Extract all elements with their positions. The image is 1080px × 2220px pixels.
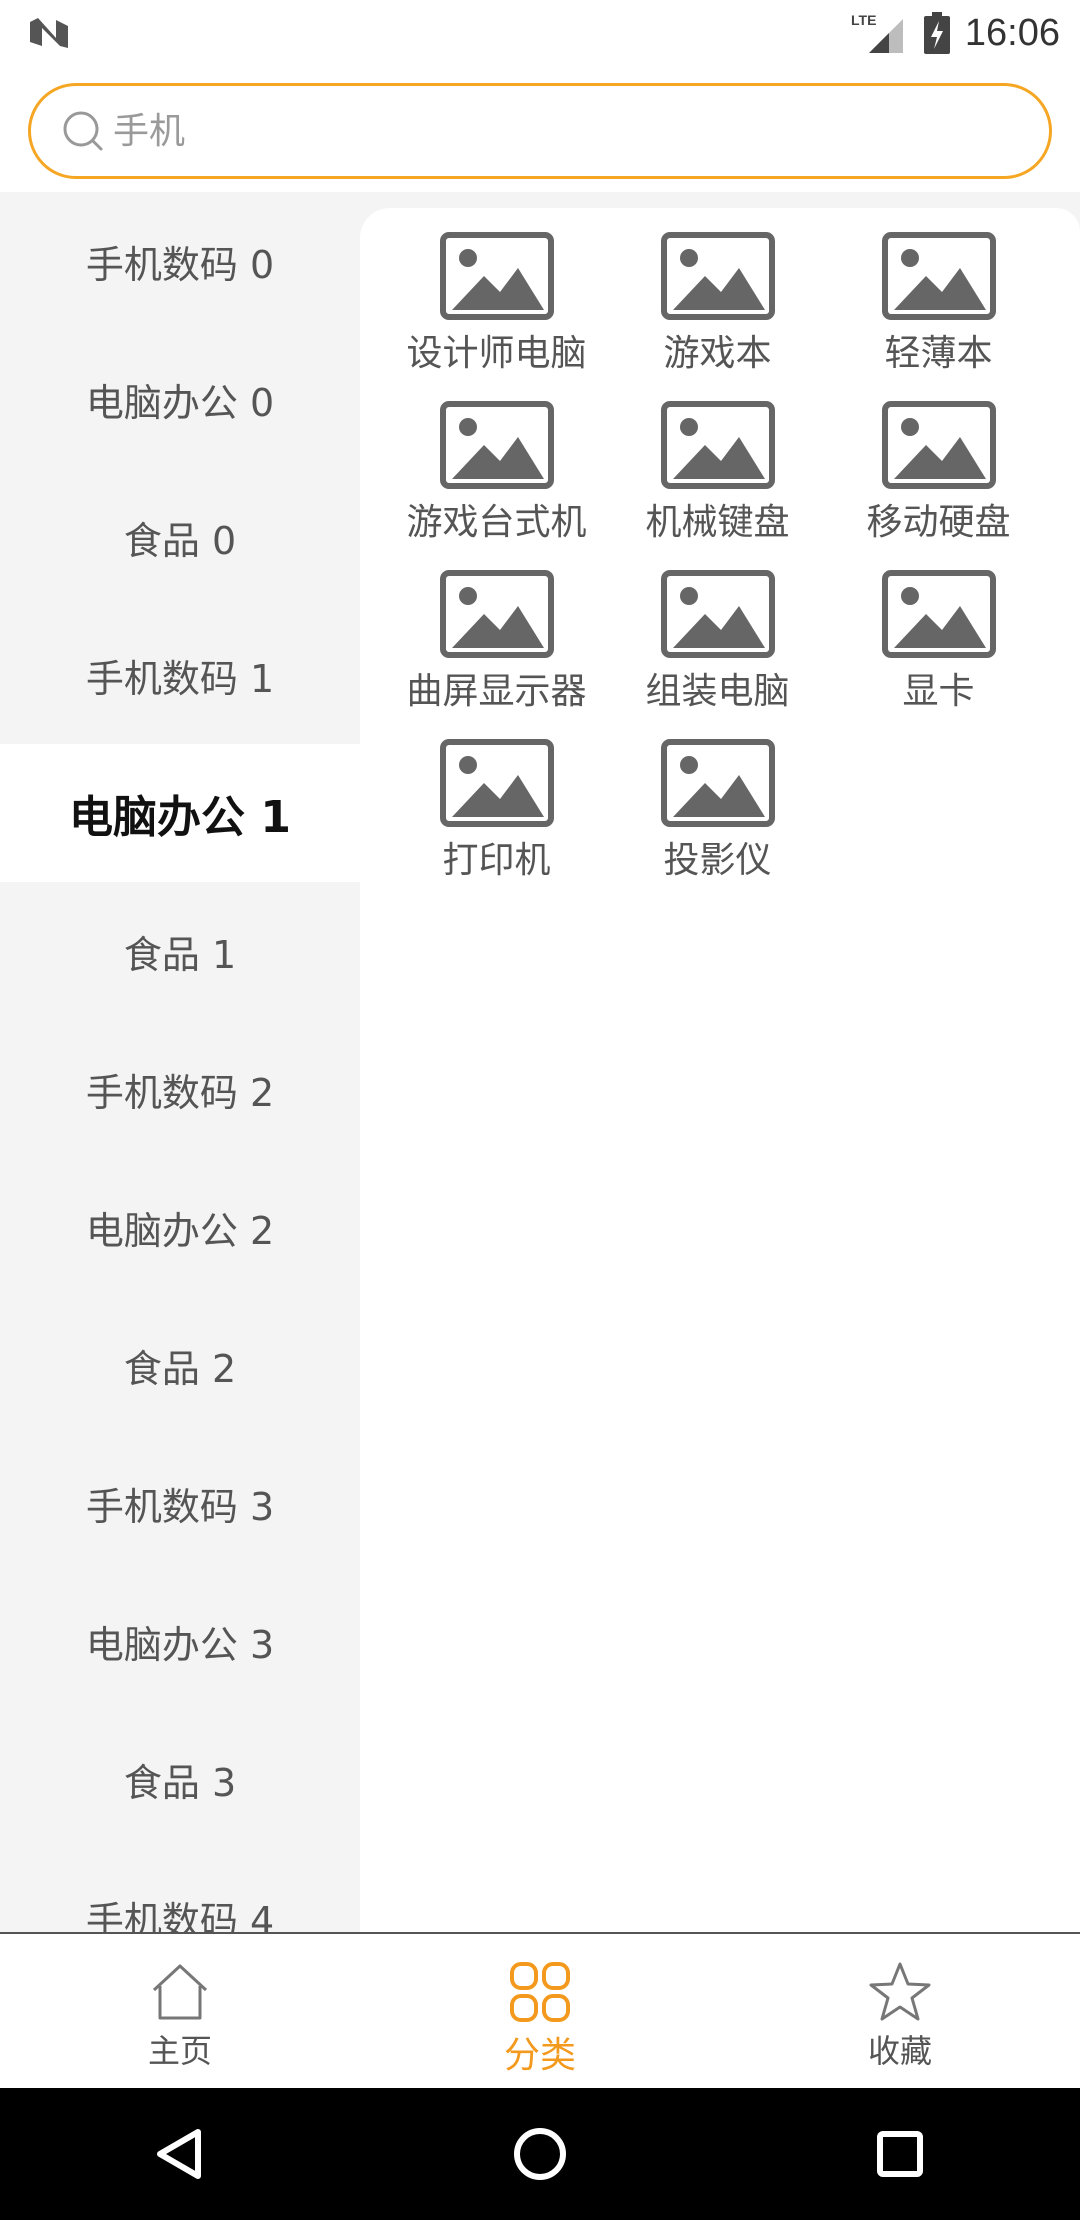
tab-label: 主页	[147, 2032, 212, 2070]
sidebar-item-phone-digital-3[interactable]: 手机数码 3	[0, 1434, 360, 1572]
status-time: 16:06	[964, 11, 1060, 54]
image-placeholder-icon	[660, 739, 775, 827]
sidebar-item-food-2[interactable]: 食品 2	[0, 1296, 360, 1434]
subcategory-label: 移动硬盘	[866, 502, 1011, 543]
recents-button[interactable]	[870, 2124, 930, 2184]
image-placeholder-icon	[439, 739, 554, 827]
sidebar-item-computer-office-2[interactable]: 电脑办公 2	[0, 1158, 360, 1296]
status-indicators: LTE 16:06	[851, 8, 1060, 58]
image-placeholder-icon	[881, 232, 996, 320]
subcategory-label: 组装电脑	[645, 671, 790, 712]
tab-label: 收藏	[867, 2032, 932, 2070]
sidebar-item-computer-office-0[interactable]: 电脑办公 0	[0, 330, 360, 468]
image-placeholder-icon	[660, 232, 775, 320]
subcategory-label: 投影仪	[663, 840, 772, 881]
svg-text:LTE: LTE	[851, 12, 876, 28]
category-grid-icon	[510, 1962, 570, 2022]
image-placeholder-icon	[660, 570, 775, 658]
search-input[interactable]	[113, 110, 1013, 152]
tab-label: 分类	[503, 2035, 576, 2076]
subcategory-projector[interactable]: 投影仪	[607, 739, 828, 908]
sidebar-item-food-1[interactable]: 食品 1	[0, 882, 360, 1020]
notification-logo-icon	[30, 18, 68, 48]
image-placeholder-icon	[881, 401, 996, 489]
image-placeholder-icon	[439, 570, 554, 658]
back-triangle-icon	[157, 2129, 201, 2179]
sidebar-item-phone-digital-2[interactable]: 手机数码 2	[0, 1020, 360, 1158]
search-icon	[63, 111, 103, 151]
category-sidebar[interactable]: 手机数码 0 电脑办公 0 食品 0 手机数码 1 电脑办公 1 食品 1 手机…	[0, 192, 360, 1932]
subcategory-label: 游戏台式机	[406, 502, 587, 543]
sidebar-item-food-0[interactable]: 食品 0	[0, 468, 360, 606]
subcategory-curved-monitor[interactable]: 曲屏显示器	[386, 570, 607, 739]
recents-square-icon	[877, 2131, 923, 2177]
image-placeholder-icon	[660, 401, 775, 489]
subcategory-label: 打印机	[442, 840, 551, 881]
home-icon	[152, 1964, 208, 2020]
category-page: 手机数码 0 电脑办公 0 食品 0 手机数码 1 电脑办公 1 食品 1 手机…	[0, 192, 1080, 1932]
subcategory-label: 显卡	[902, 671, 975, 712]
subcategory-printer[interactable]: 打印机	[386, 739, 607, 908]
subcategory-label: 游戏本	[663, 333, 772, 374]
status-bar: LTE 16:06	[0, 0, 1080, 66]
subcategory-ultrabook[interactable]: 轻薄本	[828, 232, 1049, 401]
subcategory-grid: 设计师电脑 游戏本 轻薄本 游戏台式机 机械键盘 移动硬盘 曲屏显示器 组装电脑…	[360, 208, 1080, 908]
image-placeholder-icon	[881, 570, 996, 658]
subcategory-gaming-laptop[interactable]: 游戏本	[607, 232, 828, 401]
tab-home[interactable]: 主页	[0, 1934, 360, 2088]
subcategory-label: 轻薄本	[884, 333, 993, 374]
subcategory-label: 设计师电脑	[406, 333, 587, 374]
bottom-tab-bar: 主页 分类 收藏	[0, 1932, 1080, 2088]
system-navigation-bar	[0, 2088, 1080, 2220]
home-button[interactable]	[510, 2124, 570, 2184]
sidebar-item-phone-digital-4[interactable]: 手机数码 4	[0, 1848, 360, 1932]
sidebar-item-computer-office-3[interactable]: 电脑办公 3	[0, 1572, 360, 1710]
home-circle-icon	[514, 2128, 566, 2180]
sidebar-item-phone-digital-1[interactable]: 手机数码 1	[0, 606, 360, 744]
sidebar-item-phone-digital-0[interactable]: 手机数码 0	[0, 192, 360, 330]
sidebar-item-computer-office-1[interactable]: 电脑办公 1	[0, 744, 360, 882]
subcategory-label: 机械键盘	[645, 502, 790, 543]
search-bar[interactable]	[28, 83, 1052, 179]
subcategory-graphics-card[interactable]: 显卡	[828, 570, 1049, 739]
subcategory-custom-pc[interactable]: 组装电脑	[607, 570, 828, 739]
battery-charging-icon	[923, 12, 950, 54]
tab-favorites[interactable]: 收藏	[720, 1934, 1080, 2088]
lte-signal-icon: LTE	[851, 12, 903, 53]
subcategory-panel: 设计师电脑 游戏本 轻薄本 游戏台式机 机械键盘 移动硬盘 曲屏显示器 组装电脑…	[360, 208, 1080, 1932]
subcategory-mechanical-keyboard[interactable]: 机械键盘	[607, 401, 828, 570]
subcategory-designer-pc[interactable]: 设计师电脑	[386, 232, 607, 401]
image-placeholder-icon	[439, 232, 554, 320]
subcategory-gaming-desktop[interactable]: 游戏台式机	[386, 401, 607, 570]
tab-category[interactable]: 分类	[360, 1934, 720, 2088]
back-button[interactable]	[150, 2124, 210, 2184]
subcategory-label: 曲屏显示器	[406, 671, 587, 712]
subcategory-external-drive[interactable]: 移动硬盘	[828, 401, 1049, 570]
sidebar-item-food-3[interactable]: 食品 3	[0, 1710, 360, 1848]
image-placeholder-icon	[439, 401, 554, 489]
star-icon	[869, 1962, 931, 2021]
